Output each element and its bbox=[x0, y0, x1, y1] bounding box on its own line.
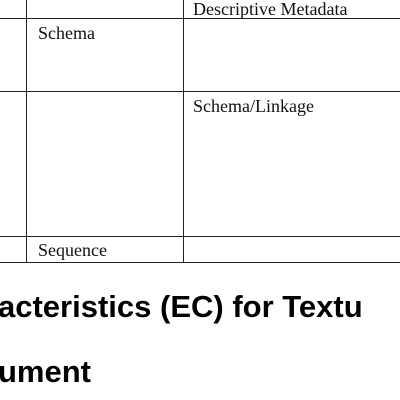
table-cell-schema-linkage: Schema/Linkage bbox=[193, 96, 314, 116]
table-row-border-3 bbox=[0, 236, 400, 237]
table-column-border-2 bbox=[183, 0, 184, 263]
table-cell-sequence: Sequence bbox=[38, 240, 107, 260]
section-heading-line-1: acteristics (EC) for Textu bbox=[0, 289, 363, 324]
table-row-border-2 bbox=[0, 91, 400, 92]
table-cell-descriptive-metadata: Descriptive Metadata bbox=[193, 0, 348, 19]
document-page: Descriptive Metadata Schema Schema/Linka… bbox=[0, 0, 400, 400]
table-cell-schema: Schema bbox=[38, 23, 95, 43]
table-column-border-1 bbox=[26, 0, 27, 263]
section-heading-line-2: ument bbox=[0, 354, 91, 389]
table-bottom-border bbox=[0, 262, 400, 263]
